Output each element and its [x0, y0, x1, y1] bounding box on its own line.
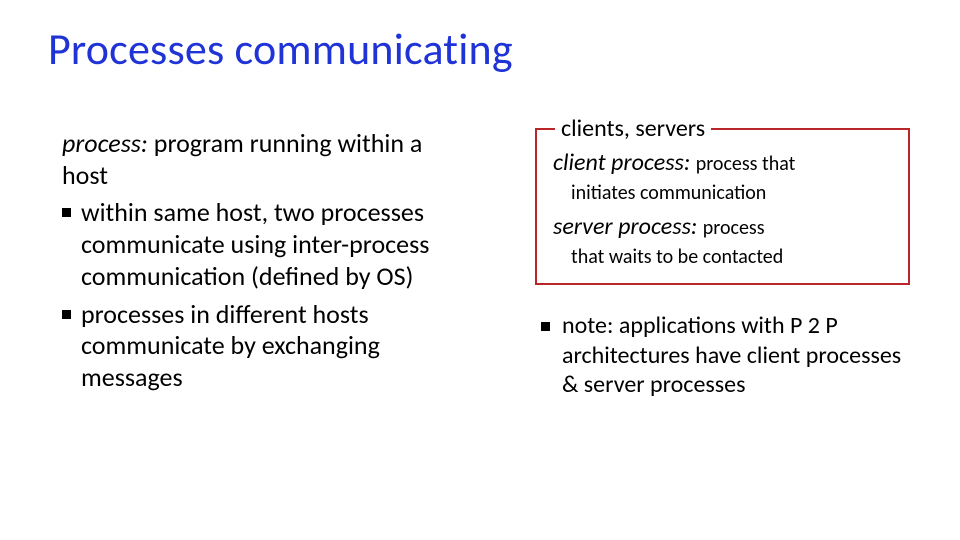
client-term: client process: [553, 148, 690, 177]
bullet-text: processes in different hosts communicate… [81, 299, 462, 394]
bullet-item: within same host, two processes communic… [62, 197, 462, 292]
def-term: process: [62, 127, 148, 159]
bullet-icon [62, 310, 71, 319]
server-process-line: server process: process [553, 212, 892, 241]
note-text: note: applications with P 2 P architectu… [562, 311, 910, 399]
slide: Processes communicating process: program… [0, 0, 960, 540]
client-desc-block: initiates communication [553, 181, 892, 205]
server-desc-block: that waits to be contacted [553, 245, 892, 269]
left-column: process: program running within a host w… [62, 128, 462, 400]
process-definition: process: program running within a host [62, 128, 462, 191]
bullet-icon [541, 322, 550, 331]
slide-title: Processes communicating [48, 22, 513, 76]
client-process-line: client process: process that [553, 148, 892, 177]
server-desc-inline: process [703, 216, 765, 240]
clients-servers-box: clients, servers client process: process… [535, 128, 910, 285]
note-bullet: note: applications with P 2 P architectu… [535, 311, 910, 399]
client-desc-inline: process that [696, 152, 796, 176]
bullet-text: within same host, two processes communic… [81, 197, 462, 292]
bullet-icon [62, 208, 71, 217]
right-column: clients, servers client process: process… [535, 128, 910, 399]
box-legend: clients, servers [555, 114, 711, 143]
bullet-item: processes in different hosts communicate… [62, 299, 462, 394]
server-term: server process: [553, 212, 697, 241]
